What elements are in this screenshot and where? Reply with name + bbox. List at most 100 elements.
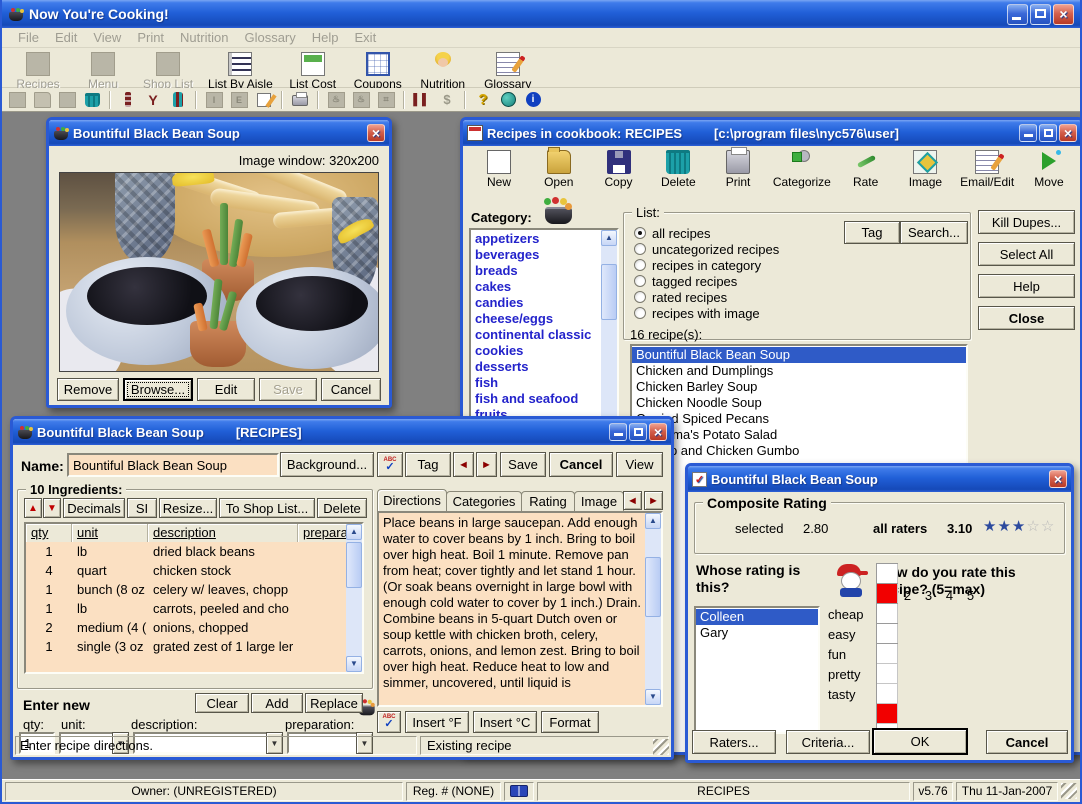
close-button[interactable]: × [1053,4,1074,25]
recipe-item[interactable]: Bountiful Black Bean Soup [632,347,966,363]
minimize-button[interactable] [1019,124,1037,142]
category-item-cookies[interactable]: cookies [471,343,617,359]
close-button[interactable]: × [367,124,385,142]
recipe-item[interactable]: Chicken Barley Soup [632,379,966,395]
category-item-fish-and-seafood[interactable]: fish and seafood [471,391,617,407]
recipe-name-input[interactable]: Bountiful Black Bean Soup [67,453,279,477]
column-header-unit[interactable]: unit [72,524,148,542]
close-button[interactable]: × [649,423,667,441]
scroll-down-icon[interactable]: ▼ [645,689,661,705]
ok-button[interactable]: OK [872,728,968,755]
recipes-toolbar-move[interactable]: Move [1021,148,1077,202]
edit-button[interactable]: Edit [197,378,255,401]
cancel-button[interactable]: Cancel [321,378,381,401]
menu-edit[interactable]: Edit [47,30,85,45]
edit-note-button[interactable] [253,90,275,110]
scroll-thumb[interactable] [645,557,661,617]
category-item-cheese-eggs[interactable]: cheese/eggs [471,311,617,327]
close-button[interactable]: × [1049,470,1067,488]
category-item-fish[interactable]: fish [471,375,617,391]
category-item-appetizers[interactable]: appetizers [471,231,617,247]
category-item-desserts[interactable]: desserts [471,359,617,375]
delete-button[interactable]: Delete [317,498,367,518]
maximize-button[interactable] [629,423,647,441]
resize-grip[interactable] [1061,783,1077,799]
tab-scroll-left-button[interactable]: ◄ [623,491,642,510]
recipes-toolbar-rate[interactable]: Rate [838,148,894,202]
rating-cell[interactable] [877,564,898,584]
select-all-button[interactable]: Select All [978,242,1075,266]
rating-cell[interactable] [877,584,898,604]
recipes-toolbar-print[interactable]: Print [710,148,766,202]
image-window-titlebar[interactable]: Bountiful Black Bean Soup × [49,120,389,146]
cancel-button[interactable]: Cancel [986,730,1068,754]
ingredient-row[interactable]: 1single (3 ozgrated zest of 1 large ler [26,637,362,656]
search-button[interactable]: Search... [900,221,968,244]
insert-c-button[interactable]: Insert °C [473,711,537,733]
close-button[interactable]: × [1059,124,1077,142]
tab-image[interactable]: Image [574,491,624,511]
menu-file[interactable]: File [10,30,47,45]
recipes-toolbar-open[interactable]: Open [531,148,587,202]
rating-cell[interactable] [877,644,898,664]
recipes-window-titlebar[interactable]: Recipes in cookbook: RECIPES [c:\program… [463,120,1081,146]
ingredients-scrollbar[interactable]: ▲ ▼ [346,524,362,672]
tab-categories[interactable]: Categories [446,491,522,511]
rating-cell[interactable] [877,604,898,624]
minimize-button[interactable] [1007,4,1028,25]
recipe-item[interactable]: Curried Spiced Pecans [632,411,966,427]
recipes-toolbar-email-edit[interactable]: Email/Edit [957,148,1017,202]
rating-cell[interactable] [877,664,898,684]
ingredient-row[interactable]: 4quartchicken stock [26,561,362,580]
directions-scrollbar[interactable]: ▲ ▼ [645,513,661,705]
print-button[interactable] [289,90,311,110]
resize-grip[interactable] [653,739,669,755]
radio-option-recipes-with-image[interactable]: recipes with image [634,305,779,321]
recipe-item[interactable]: Chicken Noodle Soup [632,395,966,411]
radio-option-rated-recipes[interactable]: rated recipes [634,289,779,305]
view-button[interactable]: View [616,452,663,477]
shaker-button[interactable] [167,90,189,110]
menu-glossary[interactable]: Glossary [236,30,303,45]
recipes-toolbar-image[interactable]: Image [897,148,953,202]
format-button[interactable]: Format [541,711,599,733]
ingredient-row[interactable]: 1lbdried black beans [26,542,362,561]
minimize-button[interactable] [609,423,627,441]
rating-window-titlebar[interactable]: ✓ Bountiful Black Bean Soup × [688,466,1071,492]
toolbar-button-list-cost[interactable]: List Cost [285,50,341,91]
whisk-button[interactable]: Y [142,90,164,110]
move-down-button[interactable]: ▼ [43,498,61,518]
scroll-up-icon[interactable]: ▲ [346,524,362,540]
menu-help[interactable]: Help [304,30,347,45]
clear-button[interactable]: Clear [195,693,249,713]
pause-button[interactable]: ▌▌ [411,90,433,110]
column-header-description[interactable]: description [148,524,298,542]
tag-button[interactable]: Tag [844,221,900,244]
menu-view[interactable]: View [85,30,129,45]
scroll-up-icon[interactable]: ▲ [601,230,617,246]
kill-dupes-button[interactable]: Kill Dupes... [978,210,1075,234]
move-up-button[interactable]: ▲ [24,498,42,518]
trash-button[interactable] [81,90,103,110]
menu-nutrition[interactable]: Nutrition [172,30,236,45]
recipes-toolbar-delete[interactable]: Delete [650,148,706,202]
cancel-button[interactable]: Cancel [549,452,613,477]
recipe-item[interactable]: Shrimp and Chicken Gumbo [632,443,966,459]
criteria-button[interactable]: Criteria... [786,730,870,754]
main-titlebar[interactable]: Now You're Cooking! × [2,0,1080,28]
toolbar-button-glossary[interactable]: Glossary [480,50,536,91]
spellcheck-directions-button[interactable]: ABC✓ [377,711,401,733]
decimals-button[interactable]: Decimals [63,498,125,518]
rater-item-colleen[interactable]: Colleen [696,609,818,625]
help-button[interactable]: ? [472,90,494,110]
remove-button[interactable]: Remove [57,378,119,401]
recipes-toolbar-copy[interactable]: Copy [591,148,647,202]
resize-button[interactable]: Resize... [159,498,217,518]
spellcheck-button[interactable]: ABC✓ [377,452,403,477]
scroll-track[interactable] [346,540,362,656]
scroll-up-icon[interactable]: ▲ [645,513,661,529]
ingredient-row[interactable]: 1lbcarrots, peeled and cho [26,599,362,618]
scroll-thumb[interactable] [601,264,617,320]
category-item-cakes[interactable]: cakes [471,279,617,295]
replace-button[interactable]: Replace [305,693,363,713]
